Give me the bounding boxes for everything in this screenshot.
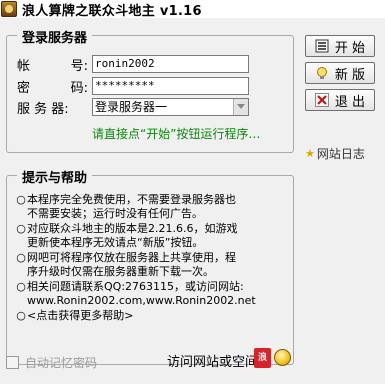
start-hint: 请直接点“开始”按钮运行程序… [92,127,261,141]
help-item: ○ 网吧可将程序仅放在服务器上共享使用，程 序升级时仅需在服务器重新下载一次。 [16,251,236,278]
login-group-title: 登录服务器 [17,27,93,46]
bullet-icon: ○ [16,193,26,206]
help-list: ○ 本程序完全免费使用，不需要登录服务器也 不需要安装；运行时没有任何广告。 ○… [15,193,287,324]
lightbulb-icon [315,66,329,80]
star-icon: ★ [305,147,315,160]
remember-password-checkbox[interactable] [6,356,19,369]
account-row: 帐号: ronin2002 [17,55,249,74]
site-log-link[interactable]: ★ 网站日志 [305,145,365,162]
site-log-label: 网站日志 [316,147,365,161]
new-version-button[interactable]: 新 版 [305,62,375,84]
password-label: 密码: [17,80,88,96]
bullet-icon: ○ [16,309,26,322]
password-field[interactable]: ********* [92,77,249,95]
ronin-logo-icon[interactable]: 浪 [254,348,271,368]
bullet-icon: ○ [16,222,26,235]
bullet-icon: ○ [16,251,26,264]
exit-button[interactable]: 退 出 [305,89,375,111]
server-label: 服 务 器: [17,101,69,117]
bullet-icon: ○ [16,280,26,293]
visit-site-link[interactable]: 访问网站或空间 [167,351,258,370]
help-group-title: 提示与帮助 [17,167,93,186]
login-server-group: 登录服务器 帐号: ronin2002 密码: ********* 服 务 器:… [6,27,294,153]
help-group: 提示与帮助 ○ 本程序完全免费使用，不需要登录服务器也 不需要安装；运行时没有任… [6,167,294,365]
start-button[interactable]: 开 始 [305,35,375,57]
window-title: 浪人算牌之联众斗地主 v1.16 [22,3,202,19]
start-label: 开 始 [334,40,366,56]
server-select-value: 登录服务器一 [95,100,168,114]
more-help-link[interactable]: ○ <点击获得更多帮助> [15,309,287,323]
title-bar: 浪人算牌之联众斗地主 v1.16 [0,0,385,19]
new-version-label: 新 版 [334,67,366,83]
help-item: ○ 本程序完全免费使用，不需要登录服务器也 不需要安装；运行时没有任何广告。 [16,193,236,220]
chevron-down-icon[interactable] [233,99,248,115]
server-select[interactable]: 登录服务器一 [92,98,249,116]
start-icon [315,39,329,53]
smiley-icon[interactable] [274,349,291,366]
account-field[interactable]: ronin2002 [92,55,249,73]
remember-password-label: 自动记忆密码 [25,356,98,370]
remember-password-option[interactable]: 自动记忆密码 [6,354,97,371]
app-icon [1,1,17,17]
help-item: ○ 相关问题请联系QQ:2763115，或访问网站: www.Ronin2002… [16,280,256,307]
help-item: ○ 对应联众斗地主的版本是2.21.6.6，如游戏 更新使本程序无效请点“新版”… [16,222,238,249]
account-label: 帐号: [17,58,88,74]
exit-label: 退 出 [334,94,366,110]
password-row: 密码: ********* [17,77,249,96]
close-icon [314,93,329,107]
server-row: 服 务 器: 登录服务器一 [17,98,249,117]
